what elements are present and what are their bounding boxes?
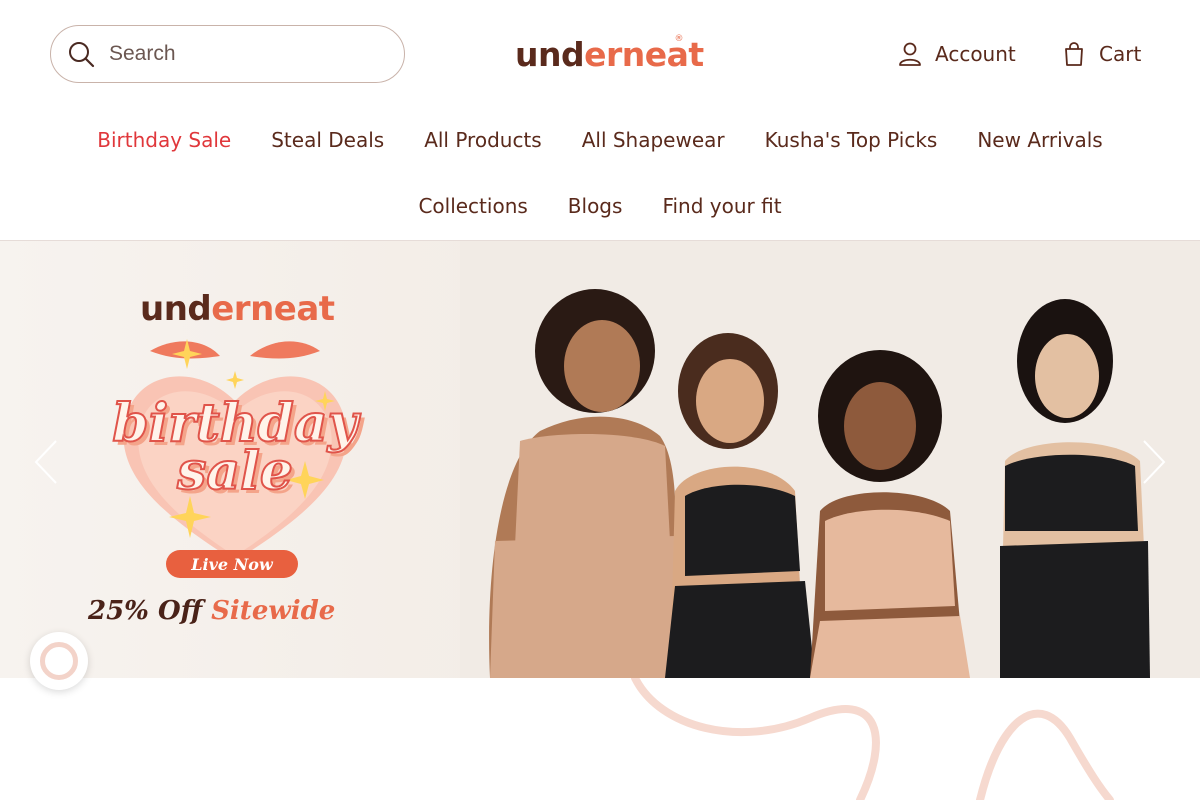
nav-item-steal-deals[interactable]: Steal Deals [271,128,384,152]
cart-label: Cart [1099,42,1142,66]
cart-link[interactable]: Cart [1061,38,1141,70]
carousel-next-button[interactable] [1138,439,1168,485]
banner-offer: 25% Off Sitewide [88,596,388,626]
models-photo [460,241,1200,678]
ring-icon [40,642,78,680]
shopping-bag-icon [1061,41,1087,67]
offer-accent: Sitewide [211,596,336,626]
search-input[interactable] [109,42,369,66]
nav-item-all-shapewear[interactable]: All Shapewear [582,128,725,152]
nav-item-find-your-fit[interactable]: Find your fit [662,194,781,218]
banner-logo: underneat [140,289,335,329]
hero-banner[interactable]: underneat birthday sale Live Now 25% Off… [0,241,1200,678]
logo-text-dark: und [515,34,585,74]
chevron-right-icon [1143,440,1166,484]
account-label: Account [935,42,1016,66]
user-icon [897,41,923,67]
main-nav-row-1: Birthday Sale Steal Deals All Products A… [0,128,1200,152]
nav-item-all-products[interactable]: All Products [424,128,542,152]
account-link[interactable]: Account [897,38,1016,70]
floating-widget-button[interactable] [30,632,88,690]
search-bar[interactable] [50,25,405,83]
main-nav-row-2: Collections Blogs Find your fit [0,194,1200,218]
logo-text-accent: erneat [584,34,704,74]
search-icon [67,40,95,68]
nav-item-blogs[interactable]: Blogs [568,194,623,218]
decorative-squiggle [631,678,1114,800]
site-logo[interactable]: und erneat ® [515,32,704,76]
chevron-left-icon [34,440,57,484]
registered-mark: ® [674,34,684,44]
nav-item-new-arrivals[interactable]: New Arrivals [977,128,1102,152]
live-now-badge: Live Now [166,550,298,578]
banner-headline-line2: sale [176,440,294,503]
carousel-prev-button[interactable] [32,439,62,485]
nav-item-kushas-top-picks[interactable]: Kusha's Top Picks [765,128,938,152]
banner-logo-text-accent: erneat [211,289,335,329]
offer-prefix: 25% Off [88,596,212,626]
banner-logo-text-dark: und [140,289,212,329]
nav-item-birthday-sale[interactable]: Birthday Sale [97,128,231,152]
nav-item-collections[interactable]: Collections [418,194,527,218]
